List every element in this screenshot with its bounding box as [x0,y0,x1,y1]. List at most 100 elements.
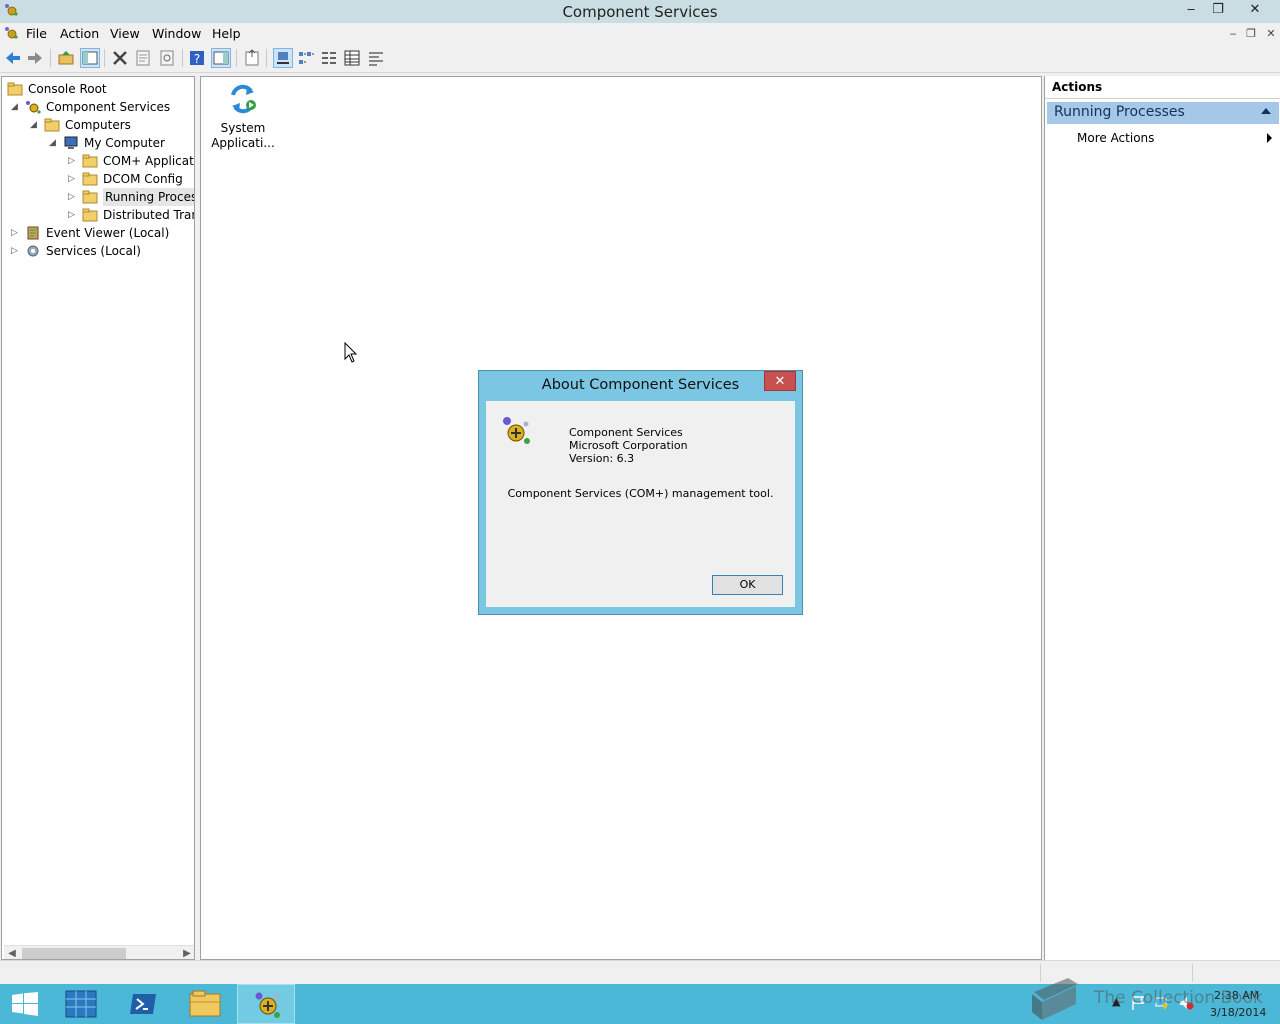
computers-folder-icon [44,118,60,132]
system-application-item[interactable]: System Applicati... [205,79,281,151]
actions-header: Actions [1045,76,1280,99]
mdi-minimize-button[interactable]: ‒ [1224,26,1242,43]
menu-window[interactable]: Window [152,26,201,41]
svg-text:?: ? [194,52,200,66]
tree-item[interactable]: ▷ Running Processe [2,188,194,206]
start-button[interactable] [0,984,58,1024]
menu-action[interactable]: Action [60,26,99,41]
menu-file[interactable]: File [26,26,47,41]
component-services-taskbar-button[interactable] [237,984,295,1024]
title-bar: Component Services ‒ ❐ ✕ [0,0,1280,23]
actions-pane: Actions Running Processes More Actions [1044,76,1280,960]
system-application-icon [231,84,256,114]
minimize-button[interactable]: ‒ [1178,0,1204,20]
about-dialog: About Component Services ✕ Component Ser… [478,370,803,615]
status-view-icon[interactable] [367,49,385,67]
menu-help[interactable]: Help [212,26,241,41]
folder-icon [82,190,98,204]
folder-icon [82,208,98,222]
component-services-icon [26,101,41,114]
my-computer-icon [64,136,78,149]
tree-item-label: My Computer [84,136,165,150]
tree-item[interactable]: ▷ Event Viewer (Local) [2,224,192,242]
list-view-icon[interactable] [320,49,338,67]
windows-logo-icon [12,992,38,1016]
folder-icon [189,990,221,1017]
tree-item[interactable]: ◢ Component Services [2,98,192,116]
powershell-button[interactable] [114,984,172,1024]
help-icon[interactable]: ? [188,49,206,67]
scroll-right-icon[interactable]: ▶ [179,946,194,959]
tree-item[interactable]: ▷ Distributed Transa [2,206,194,224]
dialog-version: Version: 6.3 [569,452,635,465]
tree-item-label: Computers [65,118,131,132]
mdi-close-button[interactable]: ✕ [1262,26,1280,43]
tree-item[interactable]: ▷ DCOM Config [2,170,192,188]
minimize-icon: ‒ [1186,2,1196,17]
file-explorer-button[interactable] [176,984,234,1024]
restore-icon: ❐ [1212,2,1224,17]
folder-icon [82,154,98,168]
expand-arrow-icon[interactable]: ▷ [68,188,78,206]
more-actions-item[interactable]: More Actions [1077,131,1154,145]
ok-button[interactable]: OK [712,575,783,595]
delete-icon[interactable] [111,49,129,67]
show-action-pane-icon[interactable] [211,48,231,68]
large-icons-view-icon[interactable] [273,48,293,68]
dialog-description: Component Services (COM+) management too… [507,487,774,500]
expand-arrow-icon[interactable]: ▷ [68,170,78,188]
mdi-close-icon: ✕ [1266,27,1276,40]
dialog-body: Component Services Microsoft Corporation… [486,401,795,607]
refresh-icon[interactable] [158,49,176,67]
expand-arrow-icon[interactable]: ▷ [11,242,21,260]
close-icon: ✕ [1249,2,1261,17]
tree-horizontal-scrollbar[interactable]: ◀ ▶ [4,945,194,959]
up-folder-icon[interactable] [57,49,75,67]
powershell-icon [130,994,156,1014]
expand-arrow-icon[interactable]: ▷ [68,206,78,224]
actions-section-running-processes[interactable]: Running Processes [1047,102,1279,124]
component-services-icon [255,992,280,1018]
tree-item[interactable]: Console Root [2,80,192,98]
collapse-up-icon[interactable] [1261,108,1271,114]
watermark: The Collection Book [1028,976,1278,1022]
mdi-restore-button[interactable]: ❐ [1242,26,1260,43]
tree-item[interactable]: ▷ COM+ Applicatio [2,152,195,170]
scroll-thumb[interactable] [22,948,126,959]
submenu-arrow-icon[interactable] [1267,133,1272,143]
services-icon [27,245,39,257]
detail-view-icon[interactable] [343,49,361,67]
console-tree[interactable]: Console Root ◢ Component Services ◢ Computer… [1,76,195,960]
menu-bar: File Action View Window Help [0,23,1280,44]
expand-arrow-icon[interactable]: ▷ [11,224,21,242]
collapse-arrow-icon[interactable]: ◢ [30,116,40,134]
mdi-restore-icon: ❐ [1246,27,1256,40]
mouse-cursor-icon [344,342,358,363]
tree-item-label: COM+ Applicatio [103,154,195,168]
restore-button[interactable]: ❐ [1205,0,1231,20]
mdi-minimize-icon: ‒ [1229,27,1237,40]
export-icon[interactable] [243,49,261,67]
expand-arrow-icon[interactable]: ▷ [68,152,78,170]
tree-item[interactable]: ▷ Services (Local) [2,242,192,260]
dialog-company: Microsoft Corporation [569,439,688,452]
book-logo-icon [1032,978,1078,1020]
watermark-text: The Collection Book [1094,988,1263,1008]
collapse-arrow-icon[interactable]: ◢ [11,98,21,116]
server-manager-button[interactable] [52,984,110,1024]
scroll-left-icon[interactable]: ◀ [4,946,20,959]
show-hide-tree-icon[interactable] [80,48,100,68]
tree-item[interactable]: ◢ My Computer [2,134,192,152]
tree-item-label: Component Services [46,100,171,114]
menu-view[interactable]: View [110,26,140,41]
properties-icon[interactable] [134,49,152,67]
forward-icon[interactable] [26,49,44,67]
small-icons-view-icon[interactable] [297,49,315,67]
back-icon[interactable] [4,49,22,67]
mdi-child-icon[interactable] [4,26,18,40]
tree-item[interactable]: ◢ Computers [2,116,192,134]
close-button[interactable]: ✕ [1240,0,1270,20]
collapse-arrow-icon[interactable]: ◢ [49,134,59,152]
dialog-close-button[interactable]: ✕ [764,371,796,391]
tree-item-label: Services (Local) [46,244,141,258]
